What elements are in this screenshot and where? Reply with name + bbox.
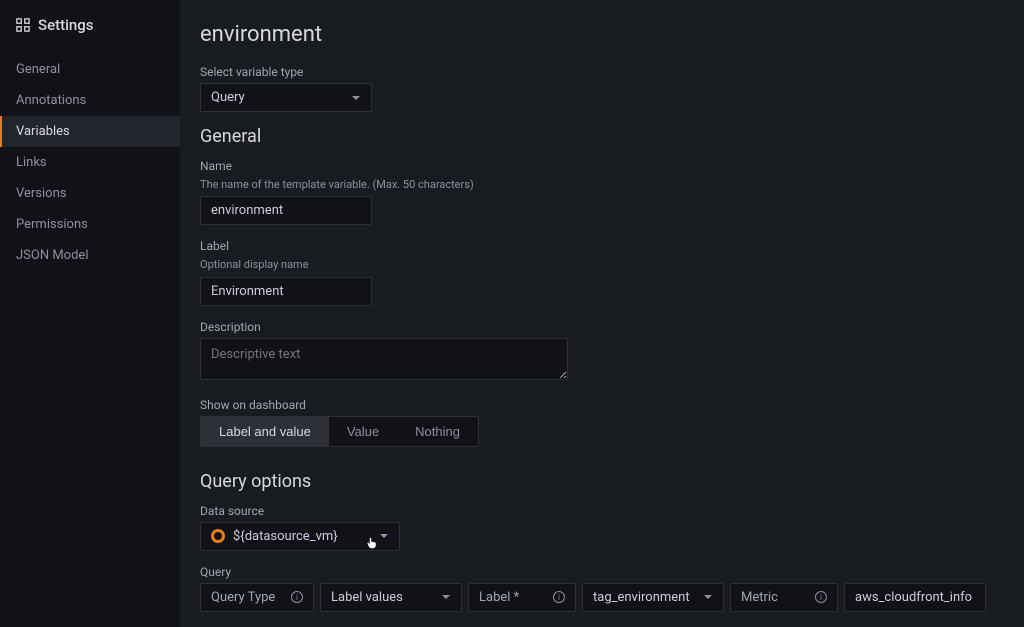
name-help: The name of the template variable. (Max.… xyxy=(200,177,1004,192)
label-select[interactable]: tag_environment xyxy=(582,583,724,612)
sidebar-item-versions[interactable]: Versions xyxy=(0,178,180,209)
sidebar-item-general[interactable]: General xyxy=(0,54,180,85)
datasource-icon xyxy=(211,529,225,543)
label-value: tag_environment xyxy=(593,590,690,605)
label-label-text: Label * xyxy=(479,590,519,605)
show-on-dashboard-field: Show on dashboard Label and value Value … xyxy=(200,398,1004,447)
query-type-label-cell: Query Type i xyxy=(200,583,314,612)
info-icon[interactable]: i xyxy=(815,591,827,603)
label-field: Label Optional display name xyxy=(200,239,1004,305)
name-input[interactable] xyxy=(200,196,372,225)
general-section-title: General xyxy=(200,126,1004,147)
data-source-value: ${datasource_vm} xyxy=(233,529,371,544)
name-label: Name xyxy=(200,159,1004,173)
chevron-down-icon xyxy=(441,592,451,602)
settings-sidebar: Settings General Annotations Variables L… xyxy=(0,0,180,627)
metric-label-cell: Metric i xyxy=(730,583,838,612)
sidebar-header: Settings xyxy=(0,12,180,54)
chevron-down-icon xyxy=(351,93,361,103)
data-source-select[interactable]: ${datasource_vm} xyxy=(200,522,400,551)
query-type-label-text: Query Type xyxy=(211,590,275,605)
label-label-cell: Label * i xyxy=(468,583,576,612)
description-field: Description xyxy=(200,320,1004,384)
sidebar-item-links[interactable]: Links xyxy=(0,147,180,178)
page-title: environment xyxy=(200,22,1004,47)
chevron-down-icon xyxy=(703,592,713,602)
sidebar-title: Settings xyxy=(38,16,94,34)
query-type-select[interactable]: Label values xyxy=(320,583,462,612)
chevron-down-icon xyxy=(379,531,389,541)
general-section: General Name The name of the template va… xyxy=(200,126,1004,447)
query-type-value: Label values xyxy=(331,590,403,605)
data-source-field: Data source ${datasource_vm} xyxy=(200,504,1004,551)
sidebar-item-permissions[interactable]: Permissions xyxy=(0,209,180,240)
radio-label-and-value[interactable]: Label and value xyxy=(201,417,329,446)
query-options-section: Query options Data source ${datasource_v… xyxy=(200,471,1004,627)
metric-value: aws_cloudfront_info xyxy=(855,590,972,605)
description-label: Description xyxy=(200,320,1004,334)
show-on-dashboard-radio-group: Label and value Value Nothing xyxy=(200,416,479,447)
name-field: Name The name of the template variable. … xyxy=(200,159,1004,225)
metric-label-text: Metric xyxy=(741,590,778,605)
show-on-dashboard-label: Show on dashboard xyxy=(200,398,1004,412)
radio-value[interactable]: Value xyxy=(329,417,397,446)
variable-type-field: Select variable type Query xyxy=(200,65,1004,112)
label-help: Optional display name xyxy=(200,257,1004,272)
info-icon[interactable]: i xyxy=(553,591,565,603)
data-source-label: Data source xyxy=(200,504,1004,518)
variable-type-select[interactable]: Query xyxy=(200,83,372,112)
query-row: Query Type i Label values Label * i tag_… xyxy=(200,583,1004,612)
metric-input[interactable]: aws_cloudfront_info xyxy=(844,583,986,612)
sidebar-item-variables[interactable]: Variables xyxy=(0,116,180,147)
query-label: Query xyxy=(200,565,1004,579)
info-icon[interactable]: i xyxy=(291,591,303,603)
dashboard-settings-icon xyxy=(16,18,30,32)
radio-nothing[interactable]: Nothing xyxy=(397,417,478,446)
query-field: Query Query Type i Label values Label * … xyxy=(200,565,1004,612)
sidebar-item-annotations[interactable]: Annotations xyxy=(0,85,180,116)
label-input[interactable] xyxy=(200,277,372,306)
variable-type-value: Query xyxy=(211,90,245,105)
description-textarea[interactable] xyxy=(200,338,568,380)
variable-type-label: Select variable type xyxy=(200,65,1004,79)
sidebar-nav: General Annotations Variables Links Vers… xyxy=(0,54,180,271)
main-content: environment Select variable type Query G… xyxy=(180,0,1024,627)
query-options-title: Query options xyxy=(200,471,1004,492)
sidebar-item-json-model[interactable]: JSON Model xyxy=(0,240,180,271)
label-label: Label xyxy=(200,239,1004,253)
